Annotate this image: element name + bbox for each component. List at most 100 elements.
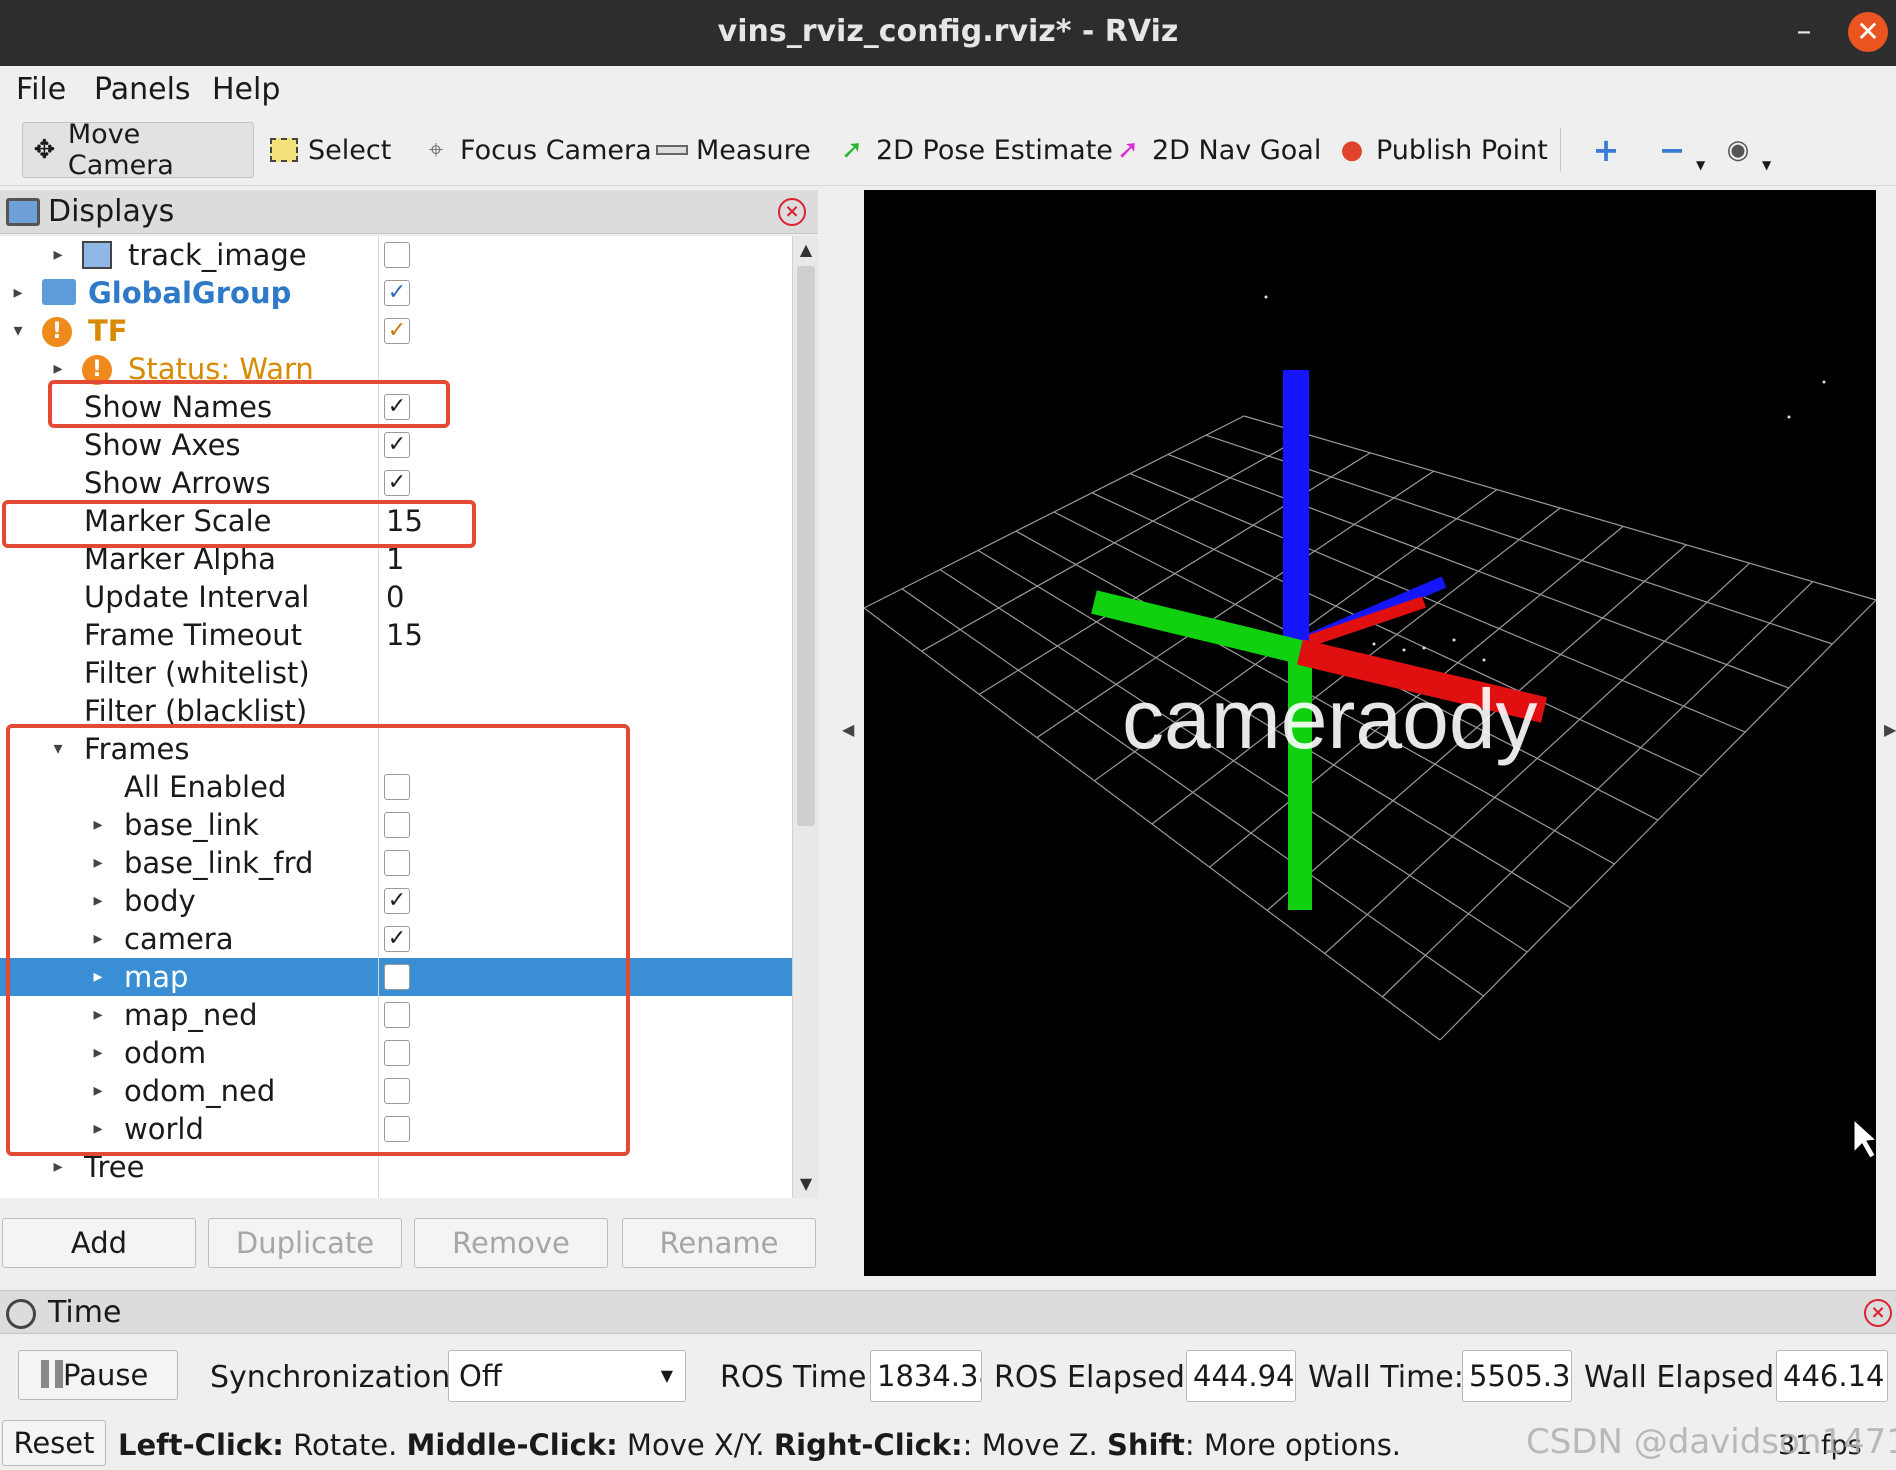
focus-camera-tool[interactable]: ⌖ Focus Camera [414,122,656,178]
image-icon [82,241,112,269]
axis-x-secondary [1292,596,1426,652]
close-panel-icon[interactable]: × [778,198,806,226]
pose-arrow-icon: ➚ [841,135,863,165]
tool-label: Focus Camera [460,134,652,166]
tree-row[interactable]: ▾! TF ✓ [0,312,792,350]
pose-estimate-tool[interactable]: ➚ 2D Pose Estimate [830,122,1117,178]
point-speck [1452,638,1456,642]
tree-row[interactable]: Frame Timeout 15 [0,616,792,654]
displays-header: Displays × [0,190,818,234]
axis-y [1091,590,1303,664]
tool-label: 2D Nav Goal [1152,134,1322,166]
mouse-cursor-icon [1853,1118,1876,1159]
collapse-right-icon[interactable]: ▶ [1884,720,1896,739]
rename-button[interactable]: Rename [622,1218,816,1268]
wall-time-label: Wall Time: [1308,1360,1464,1395]
add-tool-button[interactable]: + [1584,122,1628,178]
scene-svg: cameraody [864,295,1876,1159]
warning-icon: ! [42,317,72,347]
point-speck [1482,658,1486,662]
minus-icon: − [1658,131,1686,169]
checkbox[interactable]: ✓ [384,470,410,496]
chevron-down-icon: ▼ [1696,158,1706,172]
point-speck [1372,642,1376,646]
checkbox[interactable]: ✓ [384,280,410,306]
tree-row-label: Frame Timeout [84,618,303,652]
minimize-button[interactable]: – [1784,14,1824,50]
grid-line [1381,581,1814,998]
eye-icon: ◉ [1726,135,1750,165]
highlight-frames [6,724,630,1156]
remove-tool-button[interactable]: − ▼ [1650,122,1709,178]
tree-row[interactable]: ▸ GlobalGroup ✓ [0,274,792,312]
chevron-right-icon[interactable]: ▸ [8,274,28,312]
displays-scrollbar[interactable]: ▲ ▼ [792,236,818,1198]
ros-elapsed-label: ROS Elapsed: [994,1360,1195,1395]
point-speck [1822,380,1826,384]
tree-row[interactable]: Show Axes ✓ [0,426,792,464]
point-specks [1264,295,1826,662]
menu-panels[interactable]: Panels [94,72,191,108]
ros-time-field[interactable]: 1834.38 [870,1350,982,1402]
property-value[interactable]: 0 [386,578,404,616]
move-camera-icon: ✥ [33,135,56,165]
watermark: CSDN @davidson1471 [1526,1422,1896,1462]
reset-button[interactable]: Reset [2,1420,106,1466]
measure-tool[interactable]: Measure [650,122,815,178]
nav-goal-tool[interactable]: ➚ 2D Nav Goal [1106,122,1325,178]
tree-row[interactable]: ▸ track_image [0,236,792,274]
chevron-down-icon: ▼ [1762,158,1772,172]
tree-row-label: Show Arrows [84,466,271,500]
tree-row[interactable]: Show Arrows ✓ [0,464,792,502]
wall-time-field[interactable]: 5505.34 [1462,1350,1572,1402]
highlight-marker-scale [2,500,476,548]
tool-label: Select [308,134,392,166]
move-camera-tool[interactable]: ✥ Move Camera [22,119,254,181]
nav-arrow-icon: ➚ [1117,135,1139,165]
frame-name-label: cameraody [1122,672,1538,766]
close-panel-icon[interactable]: × [1864,1299,1892,1327]
status-hint: Left-Click: Rotate. Middle-Click: Move X… [118,1428,1402,1462]
scroll-thumb[interactable] [797,266,815,826]
scroll-down-icon[interactable]: ▼ [793,1170,819,1198]
wall-elapsed-field[interactable]: 446.14 [1776,1350,1888,1402]
checkbox[interactable]: ✓ [384,318,410,344]
view-options-button[interactable]: ◉ ▼ [1716,122,1775,178]
chevron-down-icon: ▼ [660,1366,673,1385]
scroll-up-icon[interactable]: ▲ [793,236,819,264]
time-title: Time [48,1295,122,1330]
property-value[interactable]: 15 [386,616,423,654]
measure-icon [654,132,690,168]
wall-elapsed-label: Wall Elapsed: [1584,1360,1785,1395]
sync-select[interactable]: Off ▼ [448,1350,686,1402]
render-viewport[interactable]: cameraody [864,190,1876,1276]
menu-help[interactable]: Help [212,72,280,108]
duplicate-button[interactable]: Duplicate [208,1218,402,1268]
tool-label: Measure [696,134,811,166]
pause-icon [41,1360,63,1388]
tree-row[interactable]: Filter (whitelist) [0,654,792,692]
checkbox[interactable] [384,242,410,268]
tree-row-label: TF [88,314,128,348]
publish-point-tool[interactable]: ● Publish Point [1330,122,1552,178]
folder-icon [42,279,76,305]
chevron-down-icon[interactable]: ▾ [8,312,28,350]
toolbar: ✥ Move Camera Select ⌖ Focus Camera Meas… [0,114,1896,186]
checkbox[interactable]: ✓ [384,432,410,458]
add-button[interactable]: Add [2,1218,196,1268]
tree-row-label: Filter (whitelist) [84,656,310,690]
pause-button[interactable]: Pause [18,1350,178,1400]
select-tool[interactable]: Select [262,122,395,178]
sync-value: Off [459,1359,502,1393]
collapse-left-icon[interactable]: ◀ [842,720,854,739]
tree-row-label: track_image [128,238,307,272]
tree-row[interactable]: Update Interval 0 [0,578,792,616]
close-window-button[interactable]: ✕ [1848,12,1888,52]
plus-icon: + [1592,131,1620,169]
ros-time-label: ROS Time: [720,1360,877,1395]
menu-file[interactable]: File [16,72,66,108]
time-panel: Pause Synchronization: Off ▼ ROS Time: 1… [0,1334,1896,1416]
ros-elapsed-field[interactable]: 444.94 [1186,1350,1296,1402]
remove-button[interactable]: Remove [414,1218,608,1268]
chevron-right-icon[interactable]: ▸ [48,236,68,274]
